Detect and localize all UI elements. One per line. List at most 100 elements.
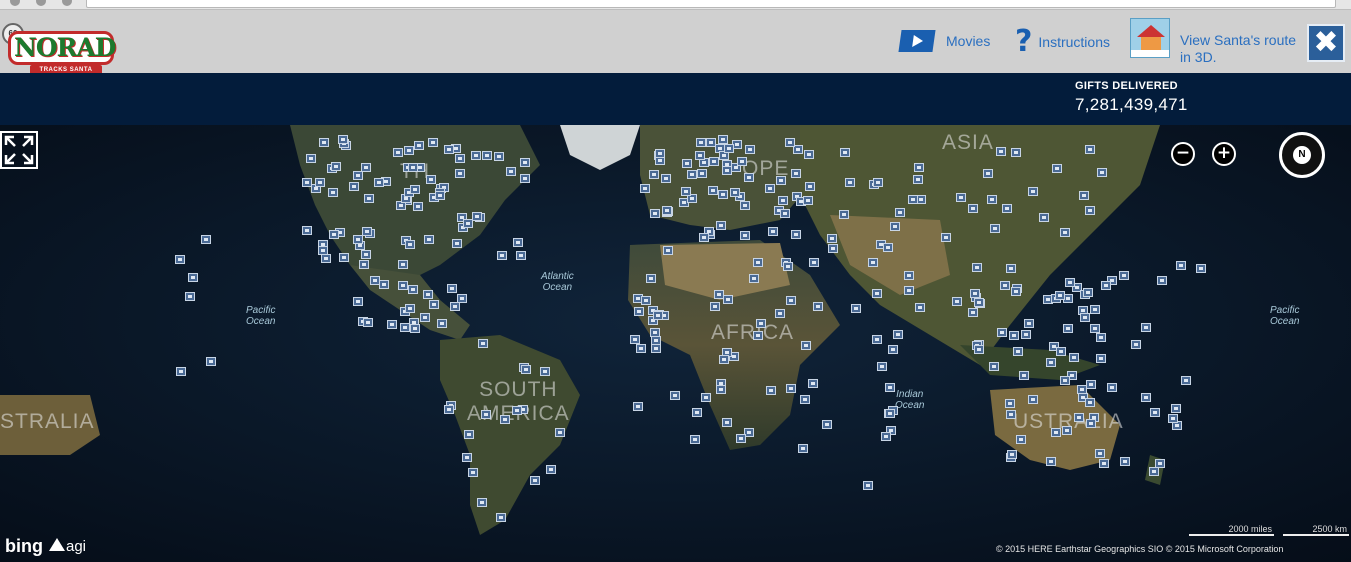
gift-marker[interactable] (895, 208, 905, 217)
gift-marker[interactable] (915, 303, 925, 312)
gift-marker[interactable] (450, 302, 460, 311)
gift-marker[interactable] (1107, 383, 1117, 392)
gift-marker[interactable] (481, 410, 491, 419)
gift-marker[interactable] (786, 384, 796, 393)
gift-marker[interactable] (398, 281, 408, 290)
gift-marker[interactable] (464, 430, 474, 439)
gift-marker[interactable] (1002, 204, 1012, 213)
movies-link[interactable]: Movies (898, 30, 990, 52)
gift-marker[interactable] (649, 170, 659, 179)
gift-marker[interactable] (1099, 459, 1109, 468)
gift-marker[interactable] (863, 481, 873, 490)
gift-marker[interactable] (840, 148, 850, 157)
gift-marker[interactable] (722, 166, 732, 175)
gift-marker[interactable] (745, 145, 755, 154)
gift-marker[interactable] (753, 331, 763, 340)
gift-marker[interactable] (494, 152, 504, 161)
gift-marker[interactable] (1069, 353, 1079, 362)
gift-marker[interactable] (516, 251, 526, 260)
gift-marker[interactable] (845, 178, 855, 187)
gift-marker[interactable] (805, 182, 815, 191)
gift-marker[interactable] (540, 367, 550, 376)
gift-marker[interactable] (681, 187, 691, 196)
gift-marker[interactable] (808, 379, 818, 388)
gift-marker[interactable] (1011, 287, 1021, 296)
gift-marker[interactable] (1060, 376, 1070, 385)
gift-marker[interactable] (813, 302, 823, 311)
gift-marker[interactable] (462, 453, 472, 462)
gift-marker[interactable] (1085, 145, 1095, 154)
gift-marker[interactable] (512, 406, 522, 415)
gift-marker[interactable] (730, 188, 740, 197)
gift-marker[interactable] (455, 169, 465, 178)
gift-marker[interactable] (634, 307, 644, 316)
gift-marker[interactable] (1176, 261, 1186, 270)
gift-marker[interactable] (1085, 206, 1095, 215)
gift-marker[interactable] (1079, 191, 1089, 200)
gift-marker[interactable] (801, 341, 811, 350)
gift-marker[interactable] (1051, 428, 1061, 437)
back-icon[interactable] (10, 0, 20, 6)
gift-marker[interactable] (970, 289, 980, 298)
gift-marker[interactable] (530, 476, 540, 485)
gift-marker[interactable] (1063, 324, 1073, 333)
gift-marker[interactable] (447, 284, 457, 293)
gift-marker[interactable] (404, 146, 414, 155)
reload-icon[interactable] (62, 0, 72, 6)
gift-marker[interactable] (1090, 305, 1100, 314)
gift-marker[interactable] (828, 244, 838, 253)
gift-marker[interactable] (783, 262, 793, 271)
gift-marker[interactable] (1039, 213, 1049, 222)
gift-marker[interactable] (302, 178, 312, 187)
gift-marker[interactable] (468, 468, 478, 477)
gift-marker[interactable] (478, 339, 488, 348)
gift-marker[interactable] (520, 158, 530, 167)
gift-marker[interactable] (851, 304, 861, 313)
gift-marker[interactable] (791, 230, 801, 239)
gift-marker[interactable] (353, 297, 363, 306)
gift-marker[interactable] (809, 258, 819, 267)
gift-marker[interactable] (185, 292, 195, 301)
gift-marker[interactable] (740, 201, 750, 210)
gift-marker[interactable] (364, 194, 374, 203)
gift-marker[interactable] (780, 209, 790, 218)
gift-marker[interactable] (873, 178, 883, 187)
gift-marker[interactable] (1096, 354, 1106, 363)
gift-marker[interactable] (724, 144, 734, 153)
gift-marker[interactable] (1028, 187, 1038, 196)
gift-marker[interactable] (890, 222, 900, 231)
gift-marker[interactable] (306, 154, 316, 163)
gift-marker[interactable] (663, 246, 673, 255)
gift-marker[interactable] (699, 233, 709, 242)
gift-marker[interactable] (1155, 459, 1165, 468)
gift-marker[interactable] (636, 344, 646, 353)
gift-marker[interactable] (1097, 168, 1107, 177)
gift-marker[interactable] (444, 405, 454, 414)
gift-marker[interactable] (989, 362, 999, 371)
gift-marker[interactable] (872, 335, 882, 344)
gift-marker[interactable] (1046, 457, 1056, 466)
gift-marker[interactable] (670, 391, 680, 400)
gift-marker[interactable] (785, 138, 795, 147)
gift-marker[interactable] (338, 135, 348, 144)
gift-marker[interactable] (206, 357, 216, 366)
gift-marker[interactable] (472, 212, 482, 221)
gift-marker[interactable] (1090, 324, 1100, 333)
gift-marker[interactable] (1083, 288, 1093, 297)
gift-marker[interactable] (1046, 358, 1056, 367)
gift-marker[interactable] (972, 263, 982, 272)
gift-marker[interactable] (1011, 148, 1021, 157)
gift-marker[interactable] (708, 186, 718, 195)
gift-marker[interactable] (1171, 404, 1181, 413)
gift-marker[interactable] (990, 224, 1000, 233)
gift-marker[interactable] (1141, 393, 1151, 402)
gift-marker[interactable] (881, 432, 891, 441)
gift-marker[interactable] (1149, 467, 1159, 476)
gift-marker[interactable] (651, 344, 661, 353)
gift-marker[interactable] (778, 196, 788, 205)
forward-icon[interactable] (36, 0, 46, 6)
gift-marker[interactable] (328, 188, 338, 197)
gift-marker[interactable] (546, 465, 556, 474)
gift-marker[interactable] (714, 290, 724, 299)
gift-marker[interactable] (768, 227, 778, 236)
